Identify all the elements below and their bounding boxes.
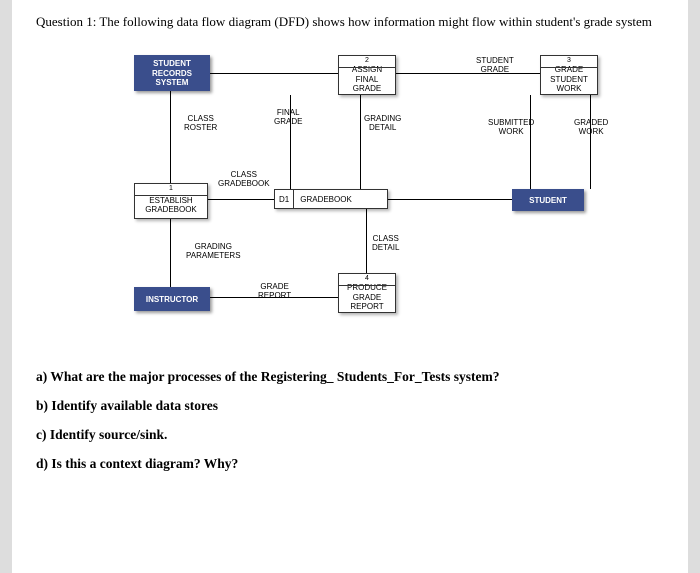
flow-final-grade: FINALGRADE (274, 109, 302, 127)
entity-instructor: INSTRUCTOR (134, 287, 210, 311)
process-label: PRODUCEGRADEREPORT (347, 283, 387, 312)
flow-grading-parameters: GRADINGPARAMETERS (186, 243, 241, 261)
flow-grading-detail: GRADINGDETAIL (364, 115, 401, 133)
question-c: c) Identify source/sink. (36, 421, 664, 448)
question-header: Question 1: The following data flow diag… (36, 10, 664, 33)
process-number: 3 (541, 57, 597, 67)
process-label: ASSIGNFINALGRADE (352, 65, 382, 94)
subquestions: a) What are the major processes of the R… (36, 363, 664, 477)
datastore-gradebook: D1 GRADEBOOK (274, 189, 388, 209)
flow-submitted-work: SUBMITTEDWORK (488, 119, 534, 137)
question-b: b) Identify available data stores (36, 392, 664, 419)
flow-class-gradebook: CLASSGRADEBOOK (218, 171, 270, 189)
process-label: GRADESTUDENTWORK (550, 65, 588, 94)
process-number: 2 (339, 57, 395, 67)
flow-class-roster: CLASSROSTER (184, 115, 217, 133)
process-number: 4 (339, 275, 395, 285)
flow-graded-work: GRADEDWORK (574, 119, 608, 137)
question-a-text: a) What are the major processes of the R… (36, 369, 499, 384)
dfd-diagram: STUDENTRECORDSSYSTEM INSTRUCTOR STUDENT … (70, 43, 630, 333)
flow-student-grade: STUDENTGRADE (476, 57, 514, 75)
process-label: ESTABLISHGRADEBOOK (145, 196, 197, 215)
question-d: d) Is this a context diagram? Why? (36, 450, 664, 477)
process-assign-final-grade: 2 ASSIGNFINALGRADE (338, 55, 396, 95)
datastore-id: D1 (275, 190, 294, 208)
question-a: a) What are the major processes of the R… (36, 363, 664, 390)
process-number: 1 (135, 185, 207, 195)
datastore-name: GRADEBOOK (294, 190, 387, 208)
process-grade-student-work: 3 GRADESTUDENTWORK (540, 55, 598, 95)
flow-class-detail: CLASSDETAIL (372, 235, 399, 253)
process-establish-gradebook: 1 ESTABLISHGRADEBOOK (134, 183, 208, 219)
entity-student-records: STUDENTRECORDSSYSTEM (134, 55, 210, 91)
entity-student: STUDENT (512, 189, 584, 211)
process-produce-grade-report: 4 PRODUCEGRADEREPORT (338, 273, 396, 313)
